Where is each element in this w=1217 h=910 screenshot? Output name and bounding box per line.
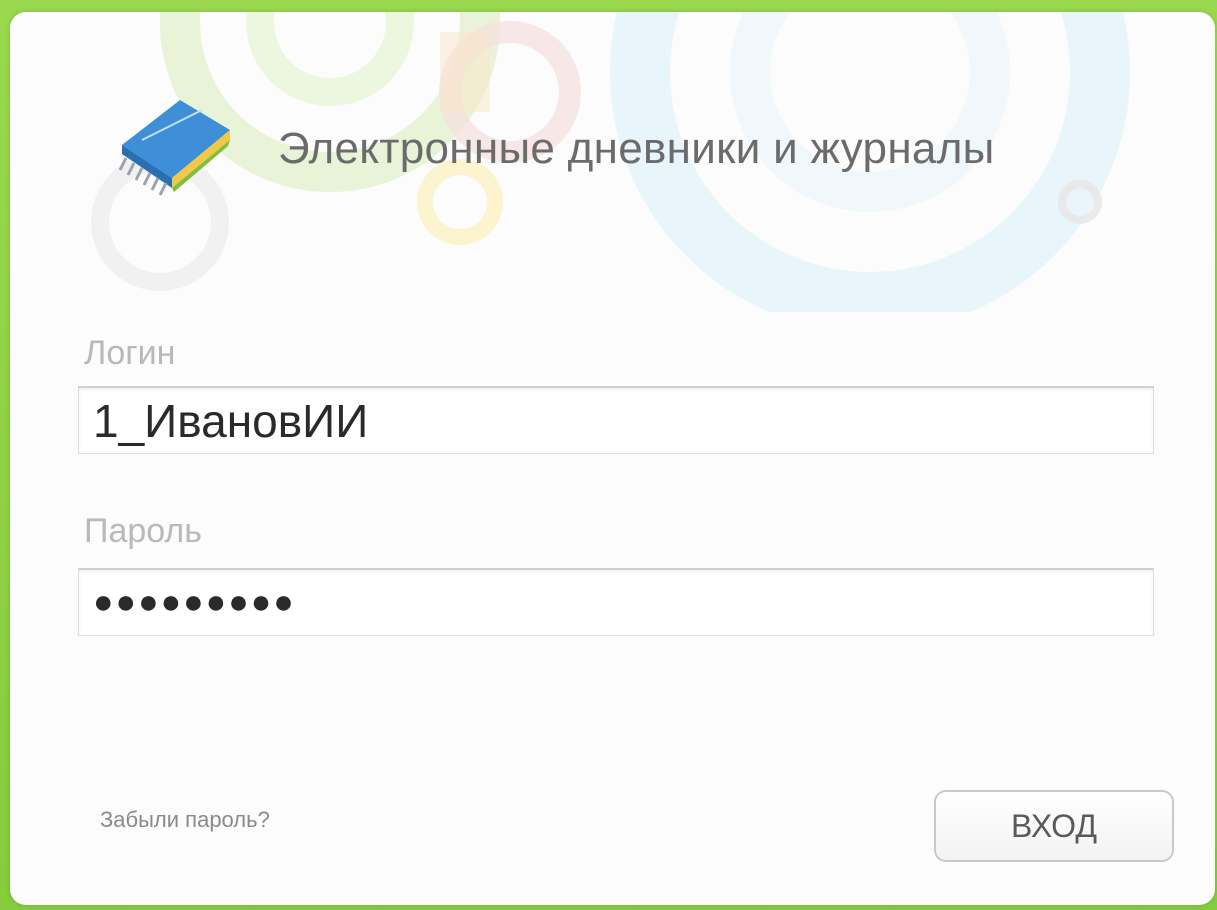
login-button[interactable]: ВХОД	[934, 790, 1174, 862]
login-label: Логин	[84, 334, 176, 372]
forgot-password-link[interactable]: Забыли пароль?	[100, 807, 270, 833]
password-label: Пароль	[84, 512, 202, 550]
book-icon	[118, 100, 230, 196]
password-input[interactable]	[78, 568, 1154, 636]
login-dialog: Электронные дневники и журналы Логин Пар…	[10, 12, 1215, 905]
page-frame: Электронные дневники и журналы Логин Пар…	[0, 0, 1217, 910]
login-input[interactable]	[78, 386, 1154, 454]
app-title: Электронные дневники и журналы	[278, 124, 995, 173]
